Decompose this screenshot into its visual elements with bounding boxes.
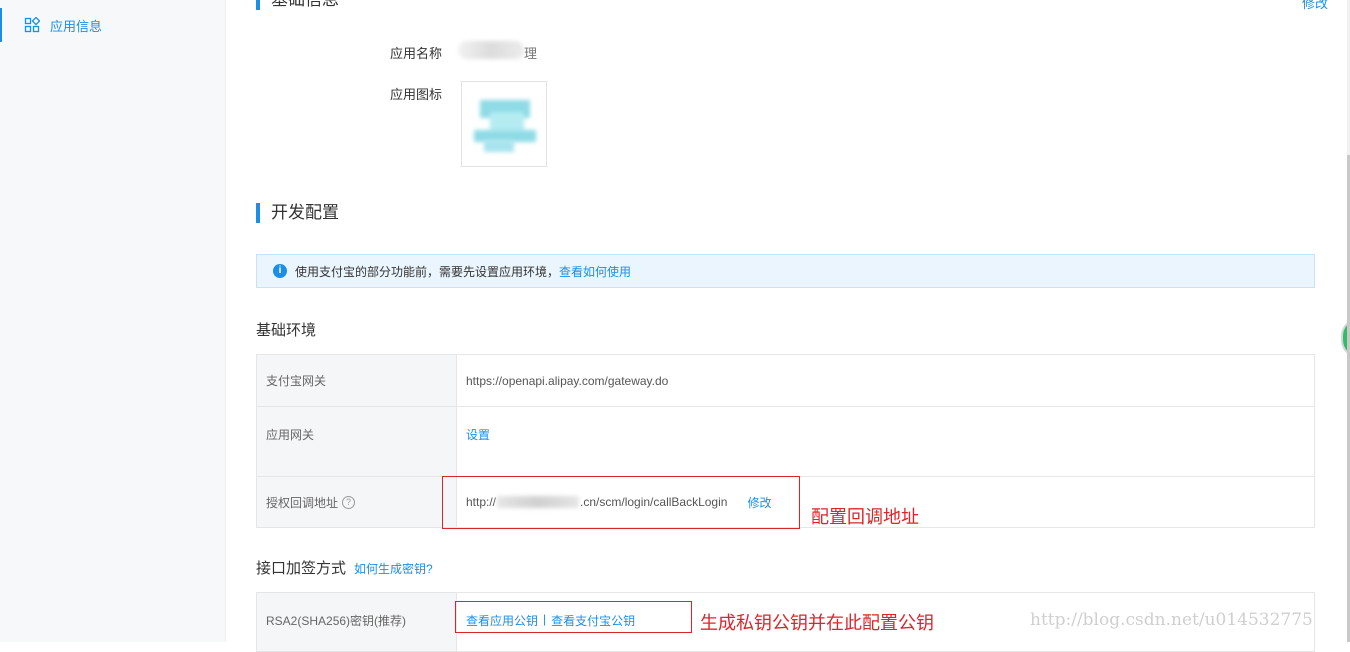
- notice-banner: i 使用支付宝的部分功能前，需要先设置应用环境，查看如何使用: [256, 254, 1315, 288]
- annotation-keys: 生成私钥公钥并在此配置公钥: [700, 613, 934, 634]
- watermark: http://blog.csdn.net/u014532775: [1030, 610, 1313, 630]
- app-icon-image: [461, 81, 547, 167]
- help-icon[interactable]: ?: [342, 495, 356, 509]
- app-icon-label: 应用图标: [390, 87, 443, 102]
- app-name-value: 理: [524, 46, 538, 61]
- sign-method-title: 接口加签方式 如何生成密钥?: [256, 560, 433, 577]
- notice-text: 使用支付宝的部分功能前，需要先设置应用环境，查看如何使用: [295, 264, 632, 279]
- notice-how-to-link[interactable]: 查看如何使用: [559, 265, 631, 279]
- section-title-basic-info: 基础信息: [256, 0, 339, 10]
- annotation-box-callback: [442, 476, 800, 529]
- row-label-app-gateway: 应用网关: [257, 407, 457, 476]
- edit-basic-info-link[interactable]: 修改: [1302, 0, 1328, 12]
- set-app-gateway-link[interactable]: 设置: [466, 426, 490, 443]
- env-title: 基础环境: [256, 322, 317, 339]
- row-label-rsa2: RSA2(SHA256)密钥(推荐): [257, 593, 457, 651]
- info-icon: i: [273, 264, 287, 278]
- section-title-dev-config: 开发配置: [256, 203, 339, 223]
- table-row: 支付宝网关 https://openapi.alipay.com/gateway…: [257, 355, 1314, 407]
- app-name-label: 应用名称: [390, 46, 443, 61]
- annotation-box-keys: [455, 601, 692, 633]
- row-label-alipay-gateway: 支付宝网关: [257, 355, 457, 406]
- table-row: 应用网关 设置: [257, 407, 1314, 477]
- apps-icon: [24, 16, 41, 33]
- app-name-redacted: [458, 41, 524, 59]
- row-label-callback: 授权回调地址?: [257, 477, 457, 527]
- alipay-gateway-value: https://openapi.alipay.com/gateway.do: [466, 373, 669, 388]
- sidebar-item-app-info[interactable]: 应用信息: [0, 8, 226, 42]
- sidebar: 应用信息: [0, 0, 226, 642]
- sidebar-item-label: 应用信息: [50, 18, 103, 34]
- how-to-generate-key-link[interactable]: 如何生成密钥?: [354, 562, 433, 576]
- annotation-callback: 配置回调地址: [811, 507, 919, 528]
